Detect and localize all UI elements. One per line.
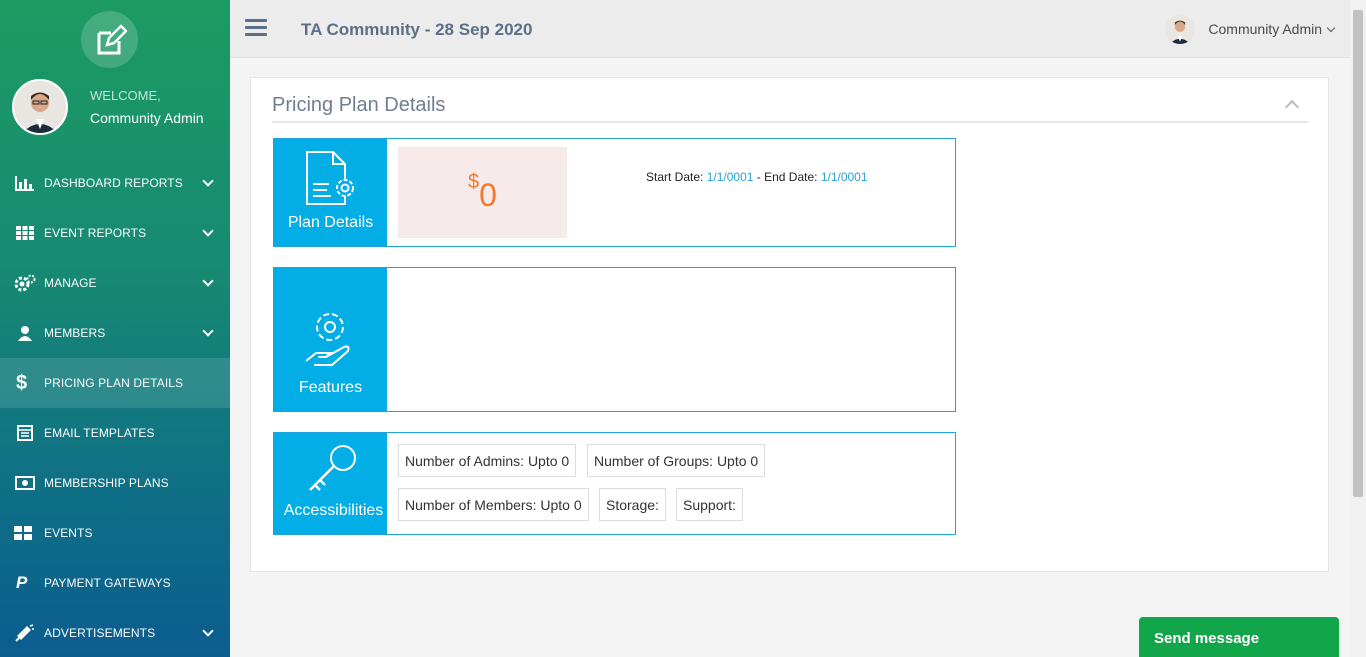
divider (272, 121, 1308, 123)
bar-chart-icon (14, 174, 36, 192)
chevron-down-icon (202, 175, 214, 187)
sidebar-item-label: MEMBERSHIP PLANS (44, 476, 169, 490)
sidebar-item-membership-plans[interactable]: MEMBERSHIP PLANS (0, 458, 230, 508)
accessibilities-card: Accessibilities Number of Admins: Upto 0… (273, 432, 956, 535)
logo[interactable] (81, 11, 138, 68)
tiles-icon (14, 524, 36, 542)
sidebar-item-dashboard-reports[interactable]: DASHBOARD REPORTS (0, 158, 230, 208)
megaphone-icon (14, 624, 36, 642)
welcome-label: WELCOME, (90, 88, 161, 103)
menu-toggle-icon[interactable] (245, 19, 267, 37)
admins-chip: Number of Admins: Upto 0 (398, 444, 577, 477)
sidebar-item-pricing-plan-details[interactable]: $ PRICING PLAN DETAILS (0, 358, 230, 408)
gears-icon (14, 274, 36, 292)
date-separator: - (753, 170, 765, 184)
storage-chip: Storage: (599, 488, 666, 521)
sidebar-item-members[interactable]: MEMBERS (0, 308, 230, 358)
sidebar-menu: DASHBOARD REPORTS EVENT REPORTS MANAGE M… (0, 158, 230, 657)
sidebar-item-label: EMAIL TEMPLATES (44, 426, 155, 440)
panel-title: Pricing Plan Details (272, 94, 446, 116)
sidebar-item-advertisements[interactable]: ADVERTISEMENTS (0, 608, 230, 657)
start-date-label: Start Date: (646, 170, 704, 184)
sidebar-item-event-reports[interactable]: EVENT REPORTS (0, 208, 230, 258)
user-menu[interactable]: Community Admin (1165, 14, 1336, 44)
sidebar-item-label: PRICING PLAN DETAILS (44, 376, 184, 390)
header-user-name: Community Admin (1208, 21, 1322, 37)
plan-details-card: Plan Details $ 0 Start Date: 1/1/0001 - … (273, 138, 956, 247)
chevron-down-icon (202, 275, 214, 287)
chevron-down-icon (202, 625, 214, 637)
members-chip: Number of Members: Upto 0 (398, 488, 589, 521)
grid-icon (14, 224, 36, 242)
pricing-plan-panel: Pricing Plan Details Plan Details $ 0 St… (250, 77, 1329, 572)
avatar[interactable] (12, 79, 68, 135)
sidebar-item-label: DASHBOARD REPORTS (44, 176, 183, 190)
accessibilities-side: Accessibilities (274, 433, 387, 534)
gear-hand-icon (304, 313, 349, 366)
welcome-user-name: Community Admin (90, 110, 204, 126)
scrollbar-thumb[interactable] (1353, 10, 1363, 497)
features-card: Features (273, 267, 956, 412)
top-header: TA Community - 28 Sep 2020 Community Adm… (230, 0, 1350, 58)
sidebar-item-label: MANAGE (44, 276, 97, 290)
accessibilities-label: Accessibilities (283, 502, 384, 519)
send-message-button[interactable]: Send message (1139, 617, 1339, 657)
chevron-down-icon (1326, 23, 1336, 32)
sidebar-item-label: ADVERTISEMENTS (44, 626, 156, 640)
page-header-title: TA Community - 28 Sep 2020 (301, 20, 533, 39)
end-date-value: 1/1/0001 (820, 170, 868, 184)
key-icon (308, 445, 356, 491)
chevron-down-icon (202, 225, 214, 237)
sidebar-item-email-templates[interactable]: EMAIL TEMPLATES (0, 408, 230, 458)
price-box: $ 0 (398, 147, 567, 238)
edit-note-icon (97, 23, 127, 54)
sidebar: WELCOME, Community Admin DASHBOARD REPOR… (0, 0, 230, 657)
document-settings-icon (305, 151, 354, 205)
sidebar-item-manage[interactable]: MANAGE (0, 258, 230, 308)
plan-details-label: Plan Details (287, 214, 374, 231)
sidebar-item-label: PAYMENT GATEWAYS (44, 576, 171, 590)
sidebar-item-label: EVENT REPORTS (44, 226, 147, 240)
features-side: Features (274, 268, 387, 411)
chevron-up-icon[interactable] (1284, 99, 1300, 115)
user-profile: WELCOME, Community Admin (12, 79, 204, 135)
groups-chip: Number of Groups: Upto 0 (587, 444, 766, 477)
sidebar-item-events[interactable]: EVENTS (0, 508, 230, 558)
sidebar-item-label: EVENTS (44, 526, 93, 540)
sidebar-item-payment-gateways[interactable]: P PAYMENT GATEWAYS (0, 558, 230, 608)
dollar-icon: $ (16, 371, 28, 394)
price-currency: $ (468, 171, 480, 193)
avatar (1165, 14, 1196, 44)
start-date-value: 1/1/0001 (706, 170, 754, 184)
template-icon (14, 424, 36, 442)
price-amount: 0 (479, 177, 497, 213)
paypal-icon: P (16, 573, 28, 592)
features-label: Features (298, 379, 363, 396)
user-icon (14, 324, 36, 342)
plan-details-side: Plan Details (274, 139, 387, 246)
end-date-label: End Date: (764, 170, 818, 184)
support-chip: Support: (676, 488, 743, 521)
money-icon (14, 474, 36, 492)
plan-dates: Start Date: 1/1/0001 - End Date: 1/1/000… (646, 170, 868, 184)
page-scrollbar[interactable] (1350, 0, 1366, 657)
chevron-down-icon (202, 325, 214, 337)
sidebar-item-label: MEMBERS (44, 326, 106, 340)
